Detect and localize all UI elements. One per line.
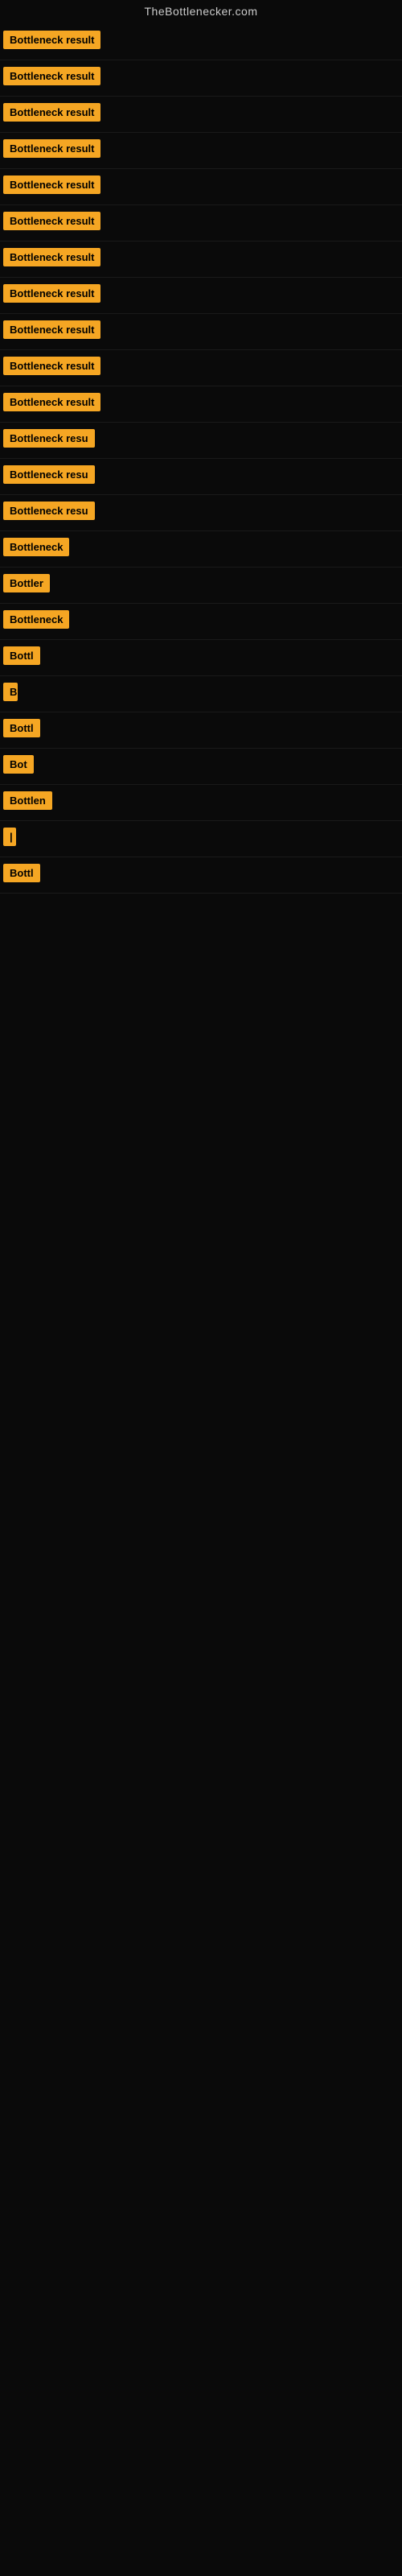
list-item: Bottleneck result <box>0 24 402 60</box>
bottleneck-result-badge[interactable]: Bottleneck result <box>3 320 100 339</box>
list-item: Bottleneck resu <box>0 423 402 459</box>
list-item: Bottl <box>0 857 402 894</box>
list-item: Bottl <box>0 640 402 676</box>
list-item: Bottleneck result <box>0 242 402 278</box>
list-item: Bottleneck result <box>0 350 402 386</box>
bottleneck-result-badge[interactable]: Bottl <box>3 864 40 882</box>
list-item: Bottlen <box>0 785 402 821</box>
list-item: Bottleneck <box>0 531 402 568</box>
bottleneck-result-badge[interactable]: Bottleneck <box>3 538 69 556</box>
bottleneck-result-badge[interactable]: Bottleneck result <box>3 175 100 194</box>
list-item: Bottleneck <box>0 604 402 640</box>
list-item: Bot <box>0 749 402 785</box>
list-item: Bottleneck result <box>0 205 402 242</box>
site-title: TheBottlenecker.com <box>0 0 402 24</box>
bottleneck-result-badge[interactable]: Bottleneck result <box>3 67 100 85</box>
bottleneck-result-badge[interactable]: Bottleneck result <box>3 212 100 230</box>
bottleneck-result-badge[interactable]: Bottleneck result <box>3 31 100 49</box>
bottleneck-result-badge[interactable]: Bottl <box>3 719 40 737</box>
list-item: B <box>0 676 402 712</box>
bottleneck-result-badge[interactable]: Bottleneck <box>3 610 69 629</box>
bottleneck-result-badge[interactable]: | <box>3 828 16 846</box>
list-item: Bottleneck resu <box>0 495 402 531</box>
bottleneck-result-badge[interactable]: Bottleneck result <box>3 248 100 266</box>
list-item: Bottleneck result <box>0 133 402 169</box>
bottleneck-result-badge[interactable]: Bottleneck result <box>3 357 100 375</box>
bottleneck-result-badge[interactable]: Bottleneck resu <box>3 502 95 520</box>
bottleneck-result-badge[interactable]: Bottler <box>3 574 50 592</box>
list-item: Bottleneck result <box>0 278 402 314</box>
list-item: Bottleneck result <box>0 386 402 423</box>
bottleneck-result-badge[interactable]: Bottleneck resu <box>3 429 95 448</box>
bottleneck-result-badge[interactable]: Bottleneck result <box>3 284 100 303</box>
bottleneck-result-badge[interactable]: Bottl <box>3 646 40 665</box>
bottleneck-result-badge[interactable]: Bottlen <box>3 791 52 810</box>
list-item: | <box>0 821 402 857</box>
bottleneck-result-badge[interactable]: Bottleneck result <box>3 139 100 158</box>
rows-container: Bottleneck result Bottleneck result Bottle… <box>0 24 402 894</box>
bottleneck-result-badge[interactable]: Bottleneck resu <box>3 465 95 484</box>
list-item: Bottler <box>0 568 402 604</box>
list-item: Bottleneck resu <box>0 459 402 495</box>
list-item: Bottleneck result <box>0 97 402 133</box>
bottleneck-result-badge[interactable]: B <box>3 683 18 701</box>
site-header: TheBottlenecker.com <box>0 0 402 24</box>
bottleneck-result-badge[interactable]: Bottleneck result <box>3 393 100 411</box>
bottleneck-result-badge[interactable]: Bot <box>3 755 34 774</box>
list-item: Bottl <box>0 712 402 749</box>
list-item: Bottleneck result <box>0 314 402 350</box>
bottleneck-result-badge[interactable]: Bottleneck result <box>3 103 100 122</box>
list-item: Bottleneck result <box>0 169 402 205</box>
list-item: Bottleneck result <box>0 60 402 97</box>
